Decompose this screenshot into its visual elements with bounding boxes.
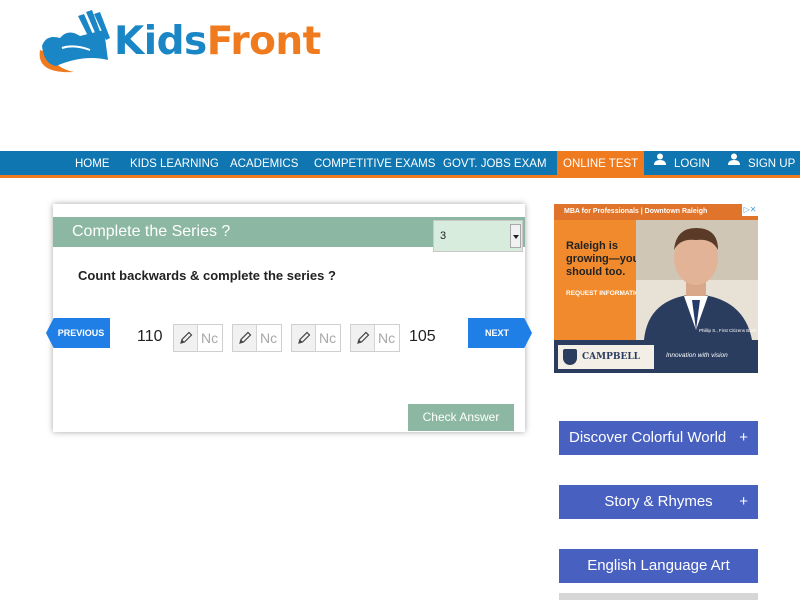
nav-govt-jobs-exam[interactable]: GOVT. JOBS EXAM (443, 151, 547, 178)
nav-login[interactable]: LOGIN (654, 151, 710, 178)
ad-logo-text: CAMPBELL (582, 352, 640, 362)
answer-input-3[interactable]: Nc (291, 324, 341, 352)
logo-text-front: Front (206, 18, 322, 64)
plus-icon: + (739, 493, 748, 510)
user-icon (654, 149, 666, 176)
answer-input-2[interactable]: Nc (232, 324, 282, 352)
quiz-title: Complete the Series ? (72, 223, 231, 240)
answer-placeholder: Nc (201, 330, 219, 346)
answer-input-4[interactable]: Nc (350, 324, 400, 352)
ad-caption: Phillip S., First Citizens Bank (699, 328, 757, 333)
logo-text: KidsFront (114, 19, 321, 64)
advertisement-banner[interactable]: MBA for Professionals | Downtown Raleigh… (554, 204, 758, 373)
nav-home[interactable]: HOME (75, 151, 110, 178)
series-end-number: 105 (409, 328, 436, 345)
next-button[interactable]: NEXT (468, 318, 532, 348)
discover-colorful-world-button[interactable]: Discover Colorful World + (559, 421, 758, 455)
english-language-art-button[interactable]: English Language Art (559, 549, 758, 583)
nav-academics[interactable]: ACADEMICS (230, 151, 298, 178)
nav-online-test[interactable]: ONLINE TEST (557, 151, 645, 178)
answer-placeholder: Nc (260, 330, 278, 346)
level-select-value: 3 (440, 230, 447, 242)
nav-competitive-exams[interactable]: COMPETITIVE EXAMS (314, 151, 435, 178)
chevron-down-icon[interactable] (510, 224, 521, 248)
nav-sign-up-label: SIGN UP (748, 158, 796, 170)
nav-sign-up[interactable]: SIGN UP (728, 151, 795, 178)
ad-tagline: Innovation with vision (666, 352, 728, 359)
pencil-icon (292, 325, 316, 351)
nav-kids-learning[interactable]: KIDS LEARNING (130, 151, 219, 178)
campbell-logo: CAMPBELL (558, 345, 654, 369)
story-rhymes-label: Story & Rhymes (604, 493, 713, 510)
quiz-card: Complete the Series ? 3 Count backwards … (53, 204, 525, 432)
question-text: Count backwards & complete the series ? (78, 268, 336, 283)
check-answer-button[interactable]: Check Answer (408, 404, 514, 431)
ad-person-image (636, 220, 758, 340)
series-start-number: 110 (137, 328, 163, 345)
sidebar-next-item-strip (559, 593, 758, 600)
answer-placeholder: Nc (319, 330, 337, 346)
level-select[interactable]: 3 (433, 220, 523, 252)
logo-mark-icon (34, 10, 112, 76)
ad-top-line: MBA for Professionals | Downtown Raleigh (554, 204, 758, 220)
answer-placeholder: Nc (378, 330, 396, 346)
campbell-shield-icon (563, 349, 577, 365)
main-navbar: HOME KIDS LEARNING ACADEMICS COMPETITIVE… (0, 151, 800, 178)
english-language-art-label: English Language Art (587, 557, 730, 574)
nav-login-label: LOGIN (674, 158, 710, 170)
discover-colorful-world-label: Discover Colorful World (569, 429, 727, 446)
answer-input-1[interactable]: Nc (173, 324, 223, 352)
pencil-icon (233, 325, 257, 351)
ad-request-info: REQUEST INFORMATION (566, 290, 645, 297)
story-rhymes-button[interactable]: Story & Rhymes + (559, 485, 758, 519)
kidsfront-logo[interactable]: KidsFront (34, 8, 321, 78)
ad-choices-icon[interactable]: ▷✕ (742, 204, 758, 216)
logo-text-kids: Kids (114, 18, 207, 64)
pencil-icon (351, 325, 375, 351)
previous-button[interactable]: PREVIOUS (46, 318, 110, 348)
user-icon (728, 149, 740, 176)
pencil-icon (174, 325, 198, 351)
plus-icon: + (739, 429, 748, 446)
